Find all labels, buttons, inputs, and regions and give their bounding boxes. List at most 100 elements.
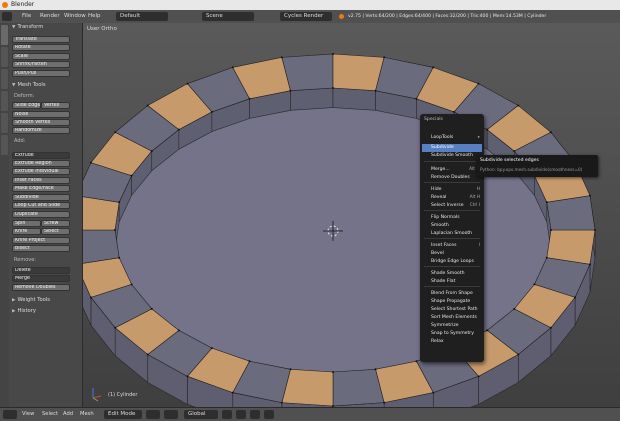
vertex[interactable] <box>332 371 334 373</box>
scale-button[interactable]: Scale <box>12 53 70 60</box>
vertex[interactable] <box>118 201 121 204</box>
inner-wall-face[interactable] <box>290 87 334 111</box>
vertex[interactable] <box>332 87 334 89</box>
mode-select[interactable]: Edit Mode <box>104 410 142 419</box>
vertex[interactable] <box>533 283 536 286</box>
menu-item-bridge-edge-loops[interactable]: Bridge Edge Loops <box>422 258 482 266</box>
smooth-vertex-button[interactable]: Smooth Vertex <box>12 119 70 126</box>
knife-project-button[interactable]: Knife Project <box>12 237 70 244</box>
inner-wall-face[interactable] <box>332 87 376 111</box>
menu-item-hide[interactable]: Hide H <box>422 186 482 194</box>
menu-item-flip-normals[interactable]: Flip Normals <box>422 214 482 222</box>
vertex[interactable] <box>374 89 377 92</box>
vertex[interactable] <box>517 104 520 107</box>
menu-item-blend-from-shape[interactable]: Blend From Shape <box>422 290 482 298</box>
menu-mesh[interactable]: Mesh <box>80 408 94 421</box>
vertex[interactable] <box>231 391 234 394</box>
vertex[interactable] <box>477 375 480 378</box>
3d-viewport[interactable] <box>83 23 620 407</box>
tab-physics[interactable] <box>1 113 8 133</box>
transform-panel-header[interactable]: ▼ Transform <box>12 23 79 31</box>
vertex[interactable] <box>280 401 283 404</box>
spin-button[interactable]: Spin <box>12 220 41 227</box>
menu-add[interactable]: Add <box>63 408 73 421</box>
editor-type-icon[interactable] <box>3 410 17 419</box>
weight-tools-panel-header[interactable]: ▶ Weight Tools <box>12 296 79 304</box>
menu-item-merge[interactable]: Merge... Alt M <box>422 166 482 174</box>
menu-item-sort-mesh-elements[interactable]: Sort Mesh Elements <box>422 314 482 322</box>
vertex-select-toggle[interactable] <box>236 410 246 419</box>
vertex[interactable] <box>486 329 489 332</box>
render-engine-select[interactable]: Cycles Render <box>280 12 332 21</box>
vertex[interactable] <box>248 97 251 100</box>
menu-help[interactable]: Help <box>88 10 101 23</box>
knife-button[interactable]: Knife <box>12 228 41 235</box>
menu-item-snap-to-symmetry[interactable]: Snap to Symmetry <box>422 330 482 338</box>
loop-cut-slide-button[interactable]: Loop Cut and Slide <box>12 202 70 209</box>
menu-item-shade-flat[interactable]: Shade Flat <box>422 278 482 286</box>
menu-render[interactable]: Render <box>40 10 60 23</box>
cylinder-mesh[interactable] <box>83 53 596 407</box>
scene-select[interactable]: Scene <box>202 12 254 21</box>
vertex[interactable] <box>186 82 189 85</box>
extrude-menu-button[interactable]: Extrude <box>12 152 70 159</box>
vertex[interactable] <box>177 329 180 332</box>
vertex[interactable] <box>280 56 283 59</box>
menu-item-bevel[interactable]: Bevel <box>422 250 482 258</box>
vertex[interactable] <box>150 150 153 153</box>
menu-item-shade-smooth[interactable]: Shade Smooth <box>422 270 482 278</box>
vertex[interactable] <box>210 347 213 350</box>
vertex[interactable] <box>289 89 292 92</box>
manipulator-toggle[interactable] <box>222 410 232 419</box>
vertex[interactable] <box>289 368 292 371</box>
vertex[interactable] <box>89 296 92 299</box>
vertex[interactable] <box>486 128 489 131</box>
merge-menu-button[interactable]: Merge <box>12 275 70 282</box>
history-panel-header[interactable]: ▶ History <box>12 307 79 315</box>
vertex[interactable] <box>383 56 386 59</box>
menu-item-symmetrize[interactable]: Symmetrize <box>422 322 482 330</box>
tab-create[interactable] <box>1 47 8 67</box>
vertex[interactable] <box>545 256 548 259</box>
vertex[interactable] <box>588 194 591 197</box>
menu-window[interactable]: Window <box>64 10 86 23</box>
vertex[interactable] <box>513 307 516 310</box>
rotate-button[interactable]: Rotate <box>12 44 70 51</box>
push-pull-button[interactable]: Push/Pull <box>12 70 70 77</box>
shrink-fatten-button[interactable]: Shrink/Fatten <box>12 61 70 68</box>
tab-tools[interactable] <box>1 25 8 45</box>
orientation-select[interactable]: Global <box>184 410 218 419</box>
vertex[interactable] <box>186 375 189 378</box>
vertex[interactable] <box>332 53 334 55</box>
tab-relations[interactable] <box>1 69 8 89</box>
menu-file[interactable]: File <box>22 10 31 23</box>
vertex[interactable] <box>432 66 435 69</box>
pivot-select[interactable] <box>164 410 178 419</box>
vertex[interactable] <box>130 174 133 177</box>
slide-vertex-button[interactable]: Vertex <box>41 102 70 109</box>
ring-face[interactable] <box>281 53 334 92</box>
extrude-region-button[interactable]: Extrude Region <box>12 160 70 167</box>
noise-button[interactable]: Noise <box>12 111 70 118</box>
menu-item-relax[interactable]: Relax <box>422 338 482 346</box>
remove-doubles-button[interactable]: Remove Doubles <box>12 284 70 291</box>
screen-layout-select[interactable]: Default <box>116 12 168 21</box>
vertex[interactable] <box>550 229 552 231</box>
vertex[interactable] <box>150 307 153 310</box>
mesh-tools-panel-header[interactable]: ▼ Mesh Tools <box>12 81 79 89</box>
ring-face[interactable] <box>332 368 385 407</box>
vertex[interactable] <box>114 229 116 231</box>
editor-type-icon[interactable] <box>2 12 12 21</box>
edge-select-toggle[interactable] <box>250 410 260 419</box>
vertex[interactable] <box>549 326 552 329</box>
vertex[interactable] <box>383 401 386 404</box>
menu-item-subdivide-smooth[interactable]: Subdivide Smooth <box>422 152 482 160</box>
menu-item-subdivide[interactable]: Subdivide <box>422 144 482 152</box>
vertex[interactable] <box>89 161 92 164</box>
vertex[interactable] <box>130 283 133 286</box>
menu-item-select-shortest-path[interactable]: Select Shortest Path <box>422 306 482 314</box>
bisect-button[interactable]: Bisect <box>12 245 70 252</box>
inset-faces-button[interactable]: Inset Faces <box>12 177 70 184</box>
translate-button[interactable]: Translate <box>12 36 70 43</box>
selected-face[interactable] <box>332 53 385 92</box>
